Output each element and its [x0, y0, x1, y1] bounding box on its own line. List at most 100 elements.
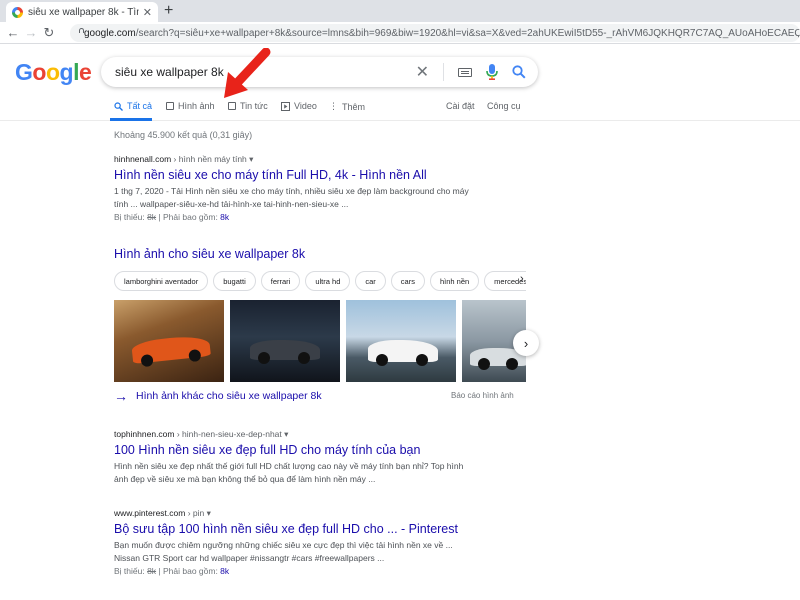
cite-host: hinhnenall.com — [114, 154, 172, 164]
cite-host: www.pinterest.com — [114, 508, 186, 518]
address-bar[interactable]: google.com/search?q=siêu+xe+wallpaper+8k… — [70, 24, 800, 42]
cite-host: tophinhnen.com — [114, 429, 175, 439]
result-cite[interactable]: tophinhnen.com › hinh-nen-sieu-xe-dep-nh… — [114, 429, 534, 440]
tab-title: siêu xe wallpaper 8k - Tìm với Go — [28, 6, 139, 18]
must-include-link[interactable]: 8k — [220, 212, 229, 222]
image-chip[interactable]: bugatti — [213, 271, 256, 291]
result-stats: Khoảng 45.900 kết quả (0,31 giây) — [114, 130, 253, 140]
result-title-link[interactable]: Hình nền siêu xe cho máy tính Full HD, 4… — [114, 168, 534, 182]
result-snippet: Hình nền siêu xe đẹp nhất thế giới full … — [114, 460, 534, 486]
result-snippet: 1 thg 7, 2020 - Tải Hình nền siêu xe cho… — [114, 185, 534, 211]
chips-next-chevron-icon[interactable]: › — [520, 273, 524, 285]
tools-link[interactable]: Công cụ — [487, 101, 521, 111]
image-thumbnail[interactable] — [114, 300, 224, 382]
search-result: hinhnenall.com › hình nền máy tính ▾ Hìn… — [114, 154, 534, 222]
missing-label: Bị thiếu: — [114, 566, 148, 576]
report-images-link[interactable]: Báo cáo hình ảnh — [451, 391, 514, 400]
forward-button[interactable]: → — [22, 25, 40, 40]
browser-toolbar: ← → ↻ google.com/search?q=siêu+xe+wallpa… — [0, 22, 800, 44]
news-icon — [228, 102, 236, 110]
more-images-link[interactable]: → Hình ảnh khác cho siêu xe wallpaper 8k — [114, 388, 322, 404]
image-chip[interactable]: lamborghini aventador — [114, 271, 209, 291]
cite-path: › hình nền máy tính ▾ — [171, 154, 254, 164]
browser-tab-strip: siêu xe wallpaper 8k - Tìm với Go ✕ + — [0, 0, 800, 22]
snippet-line: tính ... wallpaper-siêu-xe-hd tải-hình-x… — [114, 199, 349, 209]
image-icon — [166, 102, 174, 110]
image-chip[interactable]: ferrari — [260, 271, 301, 291]
snippet-line: ảnh đẹp về siêu xe mà bạn không thể bỏ q… — [114, 474, 376, 484]
keyboard-icon[interactable] — [458, 67, 472, 77]
search-icon — [114, 101, 123, 111]
search-nav-tabs: Tất cả Hình ảnh Tin tức Video ⋮ Thêm Cài… — [0, 96, 800, 121]
result-title-link[interactable]: Bộ sưu tập 100 hình nền siêu xe đẹp full… — [114, 522, 534, 536]
cite-path: › pin ▾ — [185, 508, 211, 518]
settings-link[interactable]: Cài đặt — [446, 101, 475, 111]
reload-button[interactable]: ↻ — [40, 25, 58, 41]
google-favicon-icon — [12, 6, 23, 18]
must-include-link[interactable]: 8k — [220, 566, 229, 576]
tab-more[interactable]: ⋮ Thêm — [329, 101, 365, 112]
image-thumbnail[interactable] — [346, 300, 456, 382]
google-logo[interactable]: Google — [15, 59, 92, 86]
logo-letter: e — [78, 59, 92, 85]
search-icon[interactable] — [512, 65, 526, 79]
tab-images-label: Hình ảnh — [178, 101, 215, 111]
result-cite[interactable]: www.pinterest.com › pin ▾ — [114, 508, 534, 519]
logo-letter: g — [59, 59, 74, 85]
missing-term: 8k — [147, 212, 157, 222]
divider — [443, 63, 444, 81]
snippet-line: Hình nền siêu xe đẹp nhất thế giới full … — [114, 461, 464, 471]
logo-letter: o — [45, 59, 60, 85]
snippet-line: Nissan GTR Sport car hd wallpaper #nissa… — [114, 553, 385, 563]
result-cite[interactable]: hinhnenall.com › hình nền máy tính ▾ — [114, 154, 534, 165]
tab-news-label: Tin tức — [240, 101, 268, 111]
play-icon — [281, 101, 290, 111]
cite-path: › hinh-nen-sieu-xe-dep-nhat ▾ — [174, 429, 289, 439]
image-chip[interactable]: hình nền — [429, 271, 480, 291]
search-result: tophinhnen.com › hinh-nen-sieu-xe-dep-nh… — [114, 429, 534, 486]
car-illustration — [131, 333, 211, 365]
image-chips: lamborghini aventador bugatti ferrari ul… — [114, 271, 526, 291]
more-dots-icon: ⋮ — [329, 101, 338, 111]
image-thumbnail[interactable] — [230, 300, 340, 382]
logo-letter: G — [15, 59, 33, 85]
back-button[interactable]: ← — [4, 25, 22, 40]
tab-all-label: Tất cả — [127, 101, 153, 111]
image-chip[interactable]: cars — [390, 271, 425, 291]
search-result: www.pinterest.com › pin ▾ Bộ sưu tập 100… — [114, 508, 534, 576]
car-illustration — [368, 340, 438, 366]
image-chip[interactable]: ultra hd — [305, 271, 351, 291]
must-include-label: | Phải bao gồm: — [156, 566, 221, 576]
red-arrow-annotation-icon — [224, 48, 271, 98]
missing-label: Bị thiếu: — [114, 212, 148, 222]
missing-terms: Bị thiếu: 8k | Phải bao gồm: 8k — [114, 566, 534, 576]
images-heading-link[interactable]: Hình ảnh cho siêu xe wallpaper 8k — [114, 247, 305, 261]
tab-more-label: Thêm — [342, 101, 366, 112]
browser-tab[interactable]: siêu xe wallpaper 8k - Tìm với Go ✕ — [6, 2, 158, 22]
clear-icon[interactable]: ✕ — [416, 62, 429, 82]
tab-news[interactable]: Tin tức — [228, 101, 268, 111]
microphone-icon[interactable] — [486, 64, 498, 80]
thumbnails-next-button[interactable]: › — [513, 330, 539, 356]
tab-video[interactable]: Video — [281, 101, 317, 111]
car-illustration — [250, 340, 320, 364]
image-thumbnails — [114, 300, 526, 382]
more-images-label: Hình ảnh khác cho siêu xe wallpaper 8k — [136, 390, 322, 402]
result-title-link[interactable]: 100 Hình nền siêu xe đẹp full HD cho máy… — [114, 443, 534, 457]
missing-terms: Bị thiếu: 8k | Phải bao gồm: 8k — [114, 212, 534, 222]
logo-letter: o — [32, 59, 46, 85]
new-tab-button[interactable]: + — [164, 2, 173, 20]
url-path: /search?q=siêu+xe+wallpaper+8k&source=lm… — [135, 27, 800, 39]
search-box: ✕ — [101, 57, 538, 87]
arrow-right-icon: → — [114, 388, 128, 404]
tab-video-label: Video — [294, 101, 317, 111]
active-tab-indicator — [110, 118, 152, 121]
image-chip[interactable]: car — [355, 271, 386, 291]
result-snippet: Bạn muốn được chiêm ngưỡng những chiếc s… — [114, 539, 534, 565]
must-include-label: | Phải bao gồm: — [156, 212, 221, 222]
tab-close-icon[interactable]: ✕ — [143, 6, 152, 19]
snippet-line: 1 thg 7, 2020 - Tải Hình nền siêu xe cho… — [114, 186, 469, 196]
tab-images[interactable]: Hình ảnh — [166, 101, 215, 111]
tab-all[interactable]: Tất cả — [114, 101, 152, 111]
url-host: google.com — [84, 27, 136, 39]
